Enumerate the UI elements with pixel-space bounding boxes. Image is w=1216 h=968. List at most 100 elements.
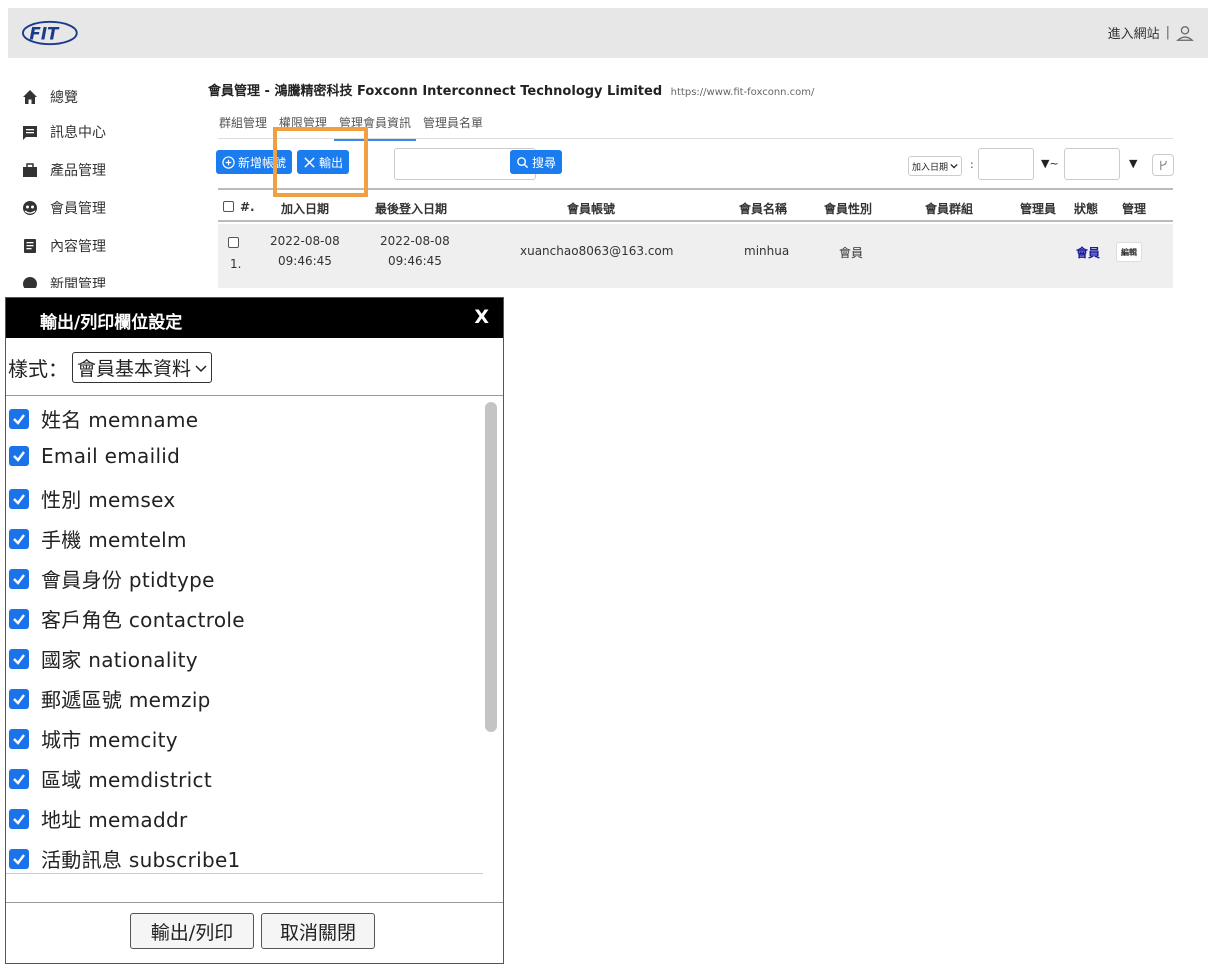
start-date-dropdown[interactable]: ▼~ — [1041, 157, 1059, 170]
checkmark-icon — [13, 413, 25, 425]
end-date-dropdown[interactable]: ▼ — [1129, 157, 1137, 170]
branch-button[interactable] — [1152, 154, 1174, 176]
chevron-down-icon — [195, 364, 207, 372]
export-print-button[interactable]: 輸出/列印 — [130, 913, 254, 949]
page-title: 會員管理 - 鴻騰精密科技 Foxconn Interconnect Techn… — [208, 80, 814, 99]
list-item[interactable]: 會員身份 ptidtype — [9, 564, 215, 593]
dialog-close-button[interactable]: X — [474, 306, 489, 328]
field-checkbox[interactable] — [9, 446, 29, 466]
col-index: #. — [240, 200, 255, 214]
end-date-input[interactable] — [1064, 148, 1120, 180]
fit-logo[interactable]: FIT — [22, 20, 80, 46]
list-item[interactable]: 國家 nationality — [9, 644, 198, 673]
select-all-checkbox[interactable] — [223, 201, 234, 212]
style-label: 樣式： — [8, 357, 68, 381]
checkmark-icon — [13, 733, 25, 745]
list-item[interactable]: 活動訊息 subscribe1 — [9, 844, 241, 873]
date-colon: : — [970, 158, 974, 171]
sidebar-item-messages[interactable]: 訊息中心 — [22, 121, 106, 143]
message-icon — [23, 126, 37, 140]
start-date-input[interactable] — [978, 148, 1034, 180]
field-checkbox[interactable] — [9, 648, 29, 669]
field-checkbox[interactable] — [9, 568, 29, 589]
sidebar-item-content[interactable]: 內容管理 — [22, 235, 106, 257]
sidebar-item-label: 會員管理 — [50, 201, 106, 217]
plus-circle-icon — [222, 155, 235, 169]
enter-site-link[interactable]: 進入網站 — [1108, 23, 1160, 42]
row-checkbox[interactable] — [228, 237, 239, 248]
sidebar-item-news[interactable]: 新聞管理 — [22, 273, 106, 288]
list-scrollbar[interactable] — [485, 402, 497, 732]
news-icon — [23, 277, 37, 288]
field-label: 姓名 memname — [41, 408, 199, 432]
cancel-close-button[interactable]: 取消關閉 — [261, 913, 375, 949]
field-label: 城市 memcity — [41, 728, 178, 752]
user-icon[interactable] — [1176, 24, 1194, 42]
top-header: FIT 進入網站 | — [8, 8, 1208, 58]
svg-text:FIT: FIT — [29, 23, 60, 43]
field-label: 郵遞區號 memzip — [41, 688, 211, 712]
sidebar-item-products[interactable]: 產品管理 — [22, 159, 106, 181]
col-last-login: 最後登入日期 — [375, 202, 448, 216]
row-last-login-time: 09:46:45 — [388, 254, 442, 268]
field-label: 地址 memaddr — [41, 808, 188, 832]
col-status: 狀態 — [1074, 202, 1099, 216]
field-checkbox[interactable] — [9, 688, 29, 709]
list-item[interactable]: 城市 memcity — [9, 724, 178, 753]
list-item[interactable]: 客戶角色 contactrole — [9, 604, 245, 633]
document-icon — [24, 239, 36, 253]
org-name: 會員管理 - 鴻騰精密科技 Foxconn Interconnect Techn… — [208, 84, 663, 99]
field-checkbox[interactable] — [9, 528, 29, 549]
row-join-time: 09:46:45 — [278, 254, 332, 268]
field-label: 區域 memdistrict — [41, 768, 212, 792]
checkmark-icon — [13, 493, 25, 505]
date-type-select[interactable]: 加入日期 — [908, 156, 963, 176]
field-checkbox[interactable] — [9, 728, 29, 749]
row-member-name: minhua — [744, 244, 790, 258]
search-icon — [517, 156, 529, 168]
field-checkbox[interactable] — [9, 488, 29, 509]
field-label: Email emailid — [41, 444, 181, 468]
briefcase-icon — [23, 163, 37, 177]
org-url[interactable]: https://www.fit-foxconn.com/ — [671, 87, 815, 98]
table-row[interactable]: 1. 2022-08-08 09:46:45 2022-08-08 09:46:… — [218, 224, 1173, 288]
checkmark-icon — [13, 693, 25, 705]
field-checkbox[interactable] — [9, 408, 29, 429]
footer-divider — [6, 902, 503, 903]
checkmark-icon — [13, 813, 25, 825]
col-group: 會員群組 — [925, 202, 974, 216]
field-checkbox[interactable] — [9, 848, 29, 869]
list-item[interactable]: Email emailid — [9, 444, 180, 468]
list-item[interactable]: 手機 memtelm — [9, 524, 187, 553]
list-item[interactable]: 郵遞區號 memzip — [9, 684, 211, 713]
field-checkbox[interactable] — [9, 608, 29, 629]
style-select[interactable]: 會員基本資料 — [72, 352, 213, 383]
list-item[interactable]: 地址 memaddr — [9, 804, 188, 833]
field-checkbox[interactable] — [9, 768, 29, 789]
row-status-link[interactable]: 會員 — [1076, 244, 1100, 261]
tab-admin-list[interactable]: 管理員名單 — [418, 114, 488, 141]
search-button[interactable]: 搜尋 — [510, 150, 563, 174]
checkmark-icon — [13, 853, 25, 865]
sidebar-item-label: 內容管理 — [50, 239, 106, 255]
field-label: 國家 nationality — [41, 648, 198, 672]
sidebar-item-overview[interactable]: 總覽 — [22, 86, 78, 108]
col-manage: 管理 — [1122, 202, 1147, 216]
sidebar: 總覽 訊息中心 產品管理 會員管理 內容管理 新聞管理 — [8, 58, 188, 288]
edit-button[interactable]: 編輯 — [1116, 242, 1142, 262]
field-label: 性別 memsex — [41, 488, 176, 512]
field-label: 手機 memtelm — [41, 528, 187, 552]
list-item[interactable]: 性別 memsex — [9, 484, 176, 513]
sidebar-item-label: 總覽 — [50, 90, 78, 106]
field-checkbox[interactable] — [9, 808, 29, 829]
tab-groups[interactable]: 群組管理 — [214, 114, 272, 141]
field-label: 活動訊息 subscribe1 — [41, 848, 241, 872]
list-item[interactable]: 區域 memdistrict — [9, 764, 212, 793]
list-item[interactable]: 姓名 memname — [9, 404, 198, 433]
sidebar-item-members[interactable]: 會員管理 — [22, 197, 106, 219]
checkmark-icon — [13, 613, 25, 625]
col-member-name: 會員名稱 — [739, 202, 788, 216]
checkmark-icon — [13, 573, 25, 585]
field-list: 姓名 memname Email emailid 性別 memsex 手機 me… — [6, 396, 483, 874]
home-icon — [23, 90, 37, 104]
